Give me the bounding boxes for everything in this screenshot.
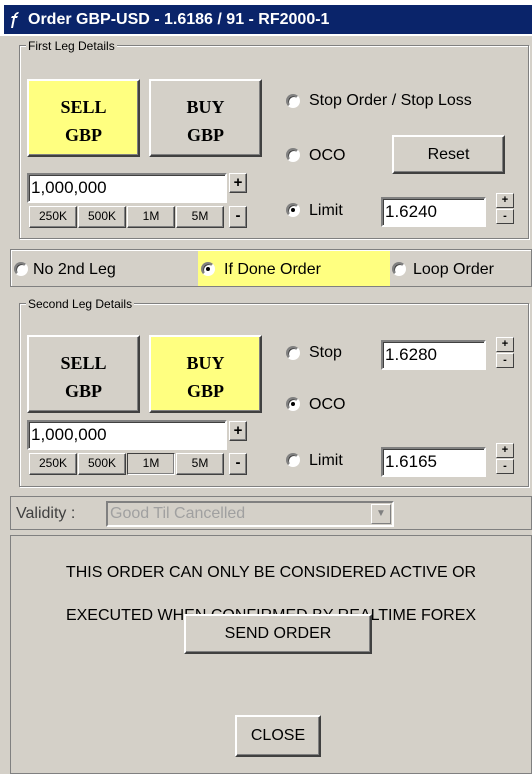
reset-button[interactable]: Reset (392, 135, 505, 174)
buy-currency-label: GBP (186, 381, 224, 401)
sell-currency-label: GBP (64, 381, 102, 401)
title-bar[interactable]: Order GBP-USD - 1.6186 / 91 - RF2000-1 (4, 5, 532, 34)
window-title: Order GBP-USD - 1.6186 / 91 - RF2000-1 (28, 11, 330, 28)
no-2nd-leg-radio[interactable] (14, 262, 28, 276)
sell-label: SELL (60, 353, 107, 373)
sell-label: SELL (60, 97, 107, 117)
spin-down-icon[interactable]: - (496, 209, 514, 224)
second-leg-stop-spinner[interactable]: + - (496, 337, 514, 368)
if-done-label: If Done Order (224, 261, 321, 278)
first-leg-minus-button[interactable]: - (229, 206, 247, 228)
first-leg-buy-button[interactable]: BUY GBP (149, 79, 262, 157)
second-leg-stop-input[interactable]: 1.6280 (381, 340, 486, 370)
first-leg-limit-label: Limit (309, 202, 343, 219)
first-leg-title: First Leg Details (26, 39, 117, 53)
first-leg-limit-radio[interactable] (286, 203, 300, 217)
second-leg-stop-radio[interactable] (286, 346, 300, 360)
second-leg-limit-spinner[interactable]: + - (496, 443, 514, 474)
first-leg-oco-label: OCO (309, 147, 346, 164)
first-leg-stop-label: Stop Order / Stop Loss (309, 92, 472, 109)
spin-down-icon[interactable]: - (496, 353, 514, 368)
sell-currency-label: GBP (64, 125, 102, 145)
loop-order-label: Loop Order (413, 261, 494, 278)
chevron-down-icon[interactable]: ▼ (371, 504, 391, 524)
second-leg-250k-button[interactable]: 250K (29, 453, 77, 475)
second-leg-title: Second Leg Details (26, 297, 135, 311)
first-leg-5m-button[interactable]: 5M (176, 206, 224, 228)
first-leg-oco-radio[interactable] (286, 148, 300, 162)
first-leg-limit-spinner[interactable]: + - (496, 193, 514, 224)
second-leg-500k-button[interactable]: 500K (78, 453, 126, 475)
second-leg-sell-button[interactable]: SELL GBP (27, 335, 140, 413)
if-done-radio[interactable] (201, 262, 215, 276)
second-leg-limit-input[interactable]: 1.6165 (381, 447, 486, 477)
spin-up-icon[interactable]: + (496, 193, 514, 208)
second-leg-1m-button[interactable]: 1M (127, 453, 175, 475)
second-leg-stop-label: Stop (309, 344, 342, 361)
close-button[interactable]: CLOSE (235, 715, 321, 757)
send-order-button[interactable]: SEND ORDER (184, 614, 372, 654)
validity-select[interactable]: Good Til Cancelled ▼ (106, 501, 394, 527)
validity-value: Good Til Cancelled (110, 505, 246, 522)
no-2nd-leg-label: No 2nd Leg (33, 261, 116, 278)
validity-label: Validity : (16, 505, 76, 522)
second-leg-5m-button[interactable]: 5M (176, 453, 224, 475)
spin-up-icon[interactable]: + (496, 337, 514, 352)
buy-currency-label: GBP (186, 125, 224, 145)
second-leg-plus-button[interactable]: + (229, 421, 247, 441)
second-leg-amount-input[interactable]: 1,000,000 (27, 420, 227, 450)
second-leg-oco-label: OCO (309, 396, 346, 413)
first-leg-sell-button[interactable]: SELL GBP (27, 79, 140, 157)
first-leg-250k-button[interactable]: 250K (29, 206, 77, 228)
first-leg-1m-button[interactable]: 1M (127, 206, 175, 228)
spin-up-icon[interactable]: + (496, 443, 514, 458)
second-leg-buy-button[interactable]: BUY GBP (149, 335, 262, 413)
first-leg-amount-input[interactable]: 1,000,000 (27, 173, 227, 203)
spin-down-icon[interactable]: - (496, 459, 514, 474)
buy-label: BUY (186, 353, 225, 373)
loop-order-radio[interactable] (392, 262, 406, 276)
first-leg-stop-radio[interactable] (286, 94, 300, 108)
second-leg-limit-label: Limit (309, 452, 343, 469)
first-leg-limit-input[interactable]: 1.6240 (381, 197, 486, 227)
notice-line-1: THIS ORDER CAN ONLY BE CONSIDERED ACTIVE… (65, 564, 477, 581)
second-leg-oco-radio[interactable] (286, 397, 300, 411)
first-leg-500k-button[interactable]: 500K (78, 206, 126, 228)
buy-label: BUY (186, 97, 225, 117)
app-icon (8, 10, 22, 30)
title-bar-frame: Order GBP-USD - 1.6186 / 91 - RF2000-1 (0, 0, 532, 36)
second-leg-limit-radio[interactable] (286, 453, 300, 467)
first-leg-plus-button[interactable]: + (229, 173, 247, 193)
second-leg-minus-button[interactable]: - (229, 453, 247, 475)
